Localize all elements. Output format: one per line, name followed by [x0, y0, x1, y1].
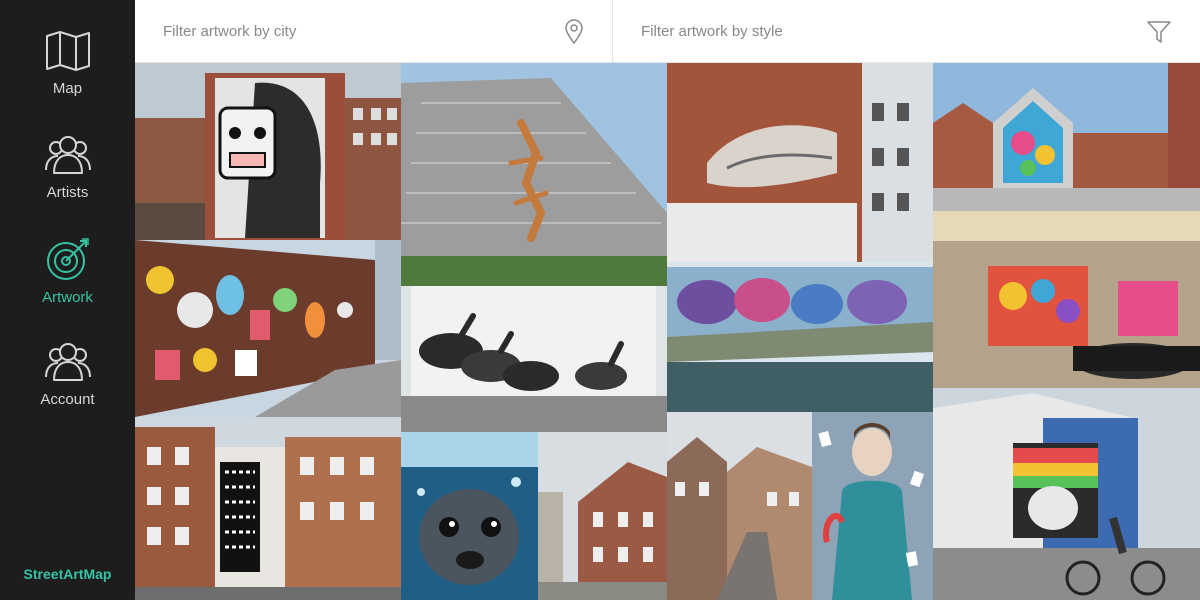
mural-woman-blue-dress-image [812, 412, 933, 600]
artwork-tile[interactable] [667, 262, 933, 412]
sidebar-item-label: Artists [46, 184, 89, 201]
artwork-tile[interactable] [135, 417, 401, 600]
artwork-tile[interactable] [135, 63, 401, 240]
mural-rooster-shed-image [933, 388, 1200, 600]
artwork-tile[interactable] [812, 412, 933, 600]
style-filter [613, 0, 1200, 62]
mural-colorful-gable-image [933, 63, 1200, 211]
artwork-tile[interactable] [135, 240, 401, 417]
sidebar: Map Artists Artwork Account StreetArtMap [0, 0, 135, 600]
mural-garage-faces-image [933, 211, 1200, 388]
mural-black-white-pattern-image [135, 417, 401, 600]
artwork-tile[interactable] [401, 256, 667, 432]
artwork-tile[interactable] [933, 388, 1200, 600]
city-filter-input[interactable] [135, 0, 612, 62]
sidebar-item-artwork[interactable]: Artwork [0, 237, 135, 337]
mural-rabbits-image [401, 256, 667, 432]
users-icon [44, 343, 91, 381]
app-root: Map Artists Artwork Account StreetArtMap… [0, 0, 1200, 600]
mural-reclining-figure-image [667, 63, 933, 262]
artwork-tile[interactable] [538, 432, 667, 600]
location-pin-icon[interactable] [564, 19, 584, 45]
sidebar-item-label: Account [40, 391, 95, 408]
artwork-tile[interactable] [667, 63, 933, 262]
mural-masked-woman-image [135, 63, 401, 240]
mural-cartoon-wall-image [135, 240, 401, 417]
map-icon [45, 31, 90, 71]
artwork-tile[interactable] [933, 63, 1200, 211]
brand-logo[interactable]: StreetArtMap [0, 566, 135, 582]
style-filter-input[interactable] [613, 0, 1200, 62]
sidebar-item-label: Map [52, 80, 83, 97]
sidebar-item-account[interactable]: Account [0, 341, 135, 441]
mural-underwater-seal-image [401, 432, 538, 600]
artwork-tile[interactable] [401, 63, 667, 256]
mural-canal-graffiti-image [667, 262, 933, 412]
sidebar-item-map[interactable]: Map [0, 30, 135, 130]
users-icon [44, 136, 91, 174]
artwork-tile[interactable] [667, 412, 812, 600]
sidebar-item-artists[interactable]: Artists [0, 134, 135, 234]
filter-bar [135, 0, 1200, 63]
target-icon [46, 238, 89, 280]
street-photo-image [538, 432, 667, 600]
street-photo-image [667, 412, 812, 600]
artwork-tile[interactable] [933, 211, 1200, 388]
filter-funnel-icon[interactable] [1147, 20, 1171, 44]
artwork-gallery [135, 63, 1200, 600]
city-filter [135, 0, 613, 62]
artwork-tile[interactable] [401, 432, 538, 600]
sidebar-item-label: Artwork [42, 289, 93, 306]
mural-lizard-roof-image [401, 63, 667, 256]
